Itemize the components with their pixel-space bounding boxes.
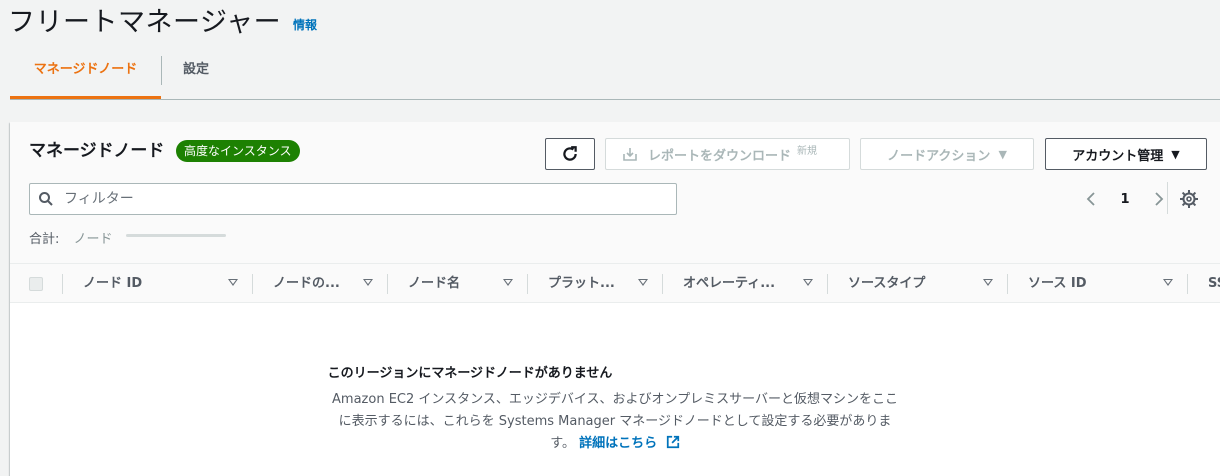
- sort-icon[interactable]: [983, 279, 993, 286]
- refresh-button[interactable]: [545, 138, 595, 170]
- column-header[interactable]: ソース ID: [1028, 264, 1087, 304]
- download-report-label: レポートをダウンロード: [648, 148, 792, 164]
- sort-icon[interactable]: [1163, 279, 1173, 286]
- empty-state-title: このリージョンにマネージドノードがありません: [327, 366, 613, 381]
- tab-managed-nodes[interactable]: マネージドノード: [10, 48, 161, 99]
- tab-divider: [161, 56, 162, 85]
- column-header[interactable]: ノードの...: [273, 264, 340, 304]
- filter-field[interactable]: [29, 183, 677, 215]
- loading-bar: [126, 234, 226, 237]
- sort-icon[interactable]: [503, 279, 513, 286]
- total-count: 合計: ノード: [29, 228, 113, 247]
- column-header[interactable]: SS: [1208, 264, 1220, 304]
- node-action-button[interactable]: ノードアクション ▼: [860, 138, 1034, 170]
- filter-input[interactable]: [64, 191, 624, 207]
- select-all-checkbox[interactable]: [29, 277, 43, 291]
- empty-state-line-2: に表示するには、これらを Systems Manager マネージドノードとして…: [338, 414, 892, 429]
- empty-state-line-3-text: す。: [550, 436, 575, 451]
- total-value: ノード: [73, 232, 113, 247]
- external-link-icon: [666, 435, 679, 449]
- account-management-label: アカウント管理: [1072, 148, 1164, 164]
- tab-bar: マネージドノード 設定: [10, 48, 1220, 100]
- gear-icon[interactable]: [1178, 188, 1200, 210]
- column-header[interactable]: プラット...: [548, 264, 615, 304]
- managed-nodes-panel: マネージドノード 高度なインスタンス レポートをダウンロード 新規 ノードアクシ…: [10, 122, 1220, 476]
- caret-down-icon: ▼: [998, 147, 1007, 161]
- empty-state-line-1: Amazon EC2 インスタンス、エッジデバイス、およびオンプレミスサーバーと…: [332, 392, 898, 407]
- column-header[interactable]: ノード ID: [83, 264, 142, 304]
- account-management-button[interactable]: アカウント管理 ▼: [1045, 138, 1207, 170]
- total-label: 合計:: [29, 232, 60, 247]
- download-icon: [623, 148, 637, 161]
- next-page-icon[interactable]: [1153, 191, 1165, 207]
- table-header: ノード ID ノードの... ノード名 プラット... オペレーティ... ソー…: [10, 263, 1220, 303]
- tab-settings[interactable]: 設定: [183, 48, 209, 100]
- column-divider: [662, 274, 663, 294]
- learn-more-link[interactable]: 詳細はこちら: [579, 435, 680, 451]
- caret-down-icon: ▼: [1171, 147, 1180, 161]
- previous-page-icon[interactable]: [1085, 191, 1097, 207]
- column-divider: [527, 274, 528, 294]
- column-divider: [1007, 274, 1008, 294]
- column-divider: [1187, 274, 1188, 294]
- column-divider: [62, 274, 63, 294]
- sort-icon[interactable]: [638, 279, 648, 286]
- learn-more-label: 詳細はこちら: [579, 436, 658, 451]
- search-icon: [39, 192, 53, 206]
- advanced-instances-badge: 高度なインスタンス: [176, 140, 300, 162]
- column-header[interactable]: ノード名: [408, 264, 460, 304]
- pagination-divider: [1167, 182, 1168, 214]
- empty-state-line-3: す。 詳細はこちら: [315, 433, 915, 455]
- node-action-label: ノードアクション: [887, 148, 991, 164]
- empty-state-description: Amazon EC2 インスタンス、エッジデバイス、およびオンプレミスサーバーと…: [315, 389, 915, 455]
- column-header[interactable]: オペレーティ...: [683, 264, 775, 304]
- page-number[interactable]: 1: [1120, 192, 1129, 207]
- pagination: 1: [1085, 188, 1165, 210]
- panel-title: マネージドノード: [29, 141, 165, 161]
- column-divider: [827, 274, 828, 294]
- info-link[interactable]: 情報: [293, 16, 317, 33]
- refresh-icon: [563, 146, 577, 161]
- column-divider: [387, 274, 388, 294]
- column-header[interactable]: ソースタイプ: [848, 264, 925, 304]
- sort-icon[interactable]: [228, 279, 238, 286]
- new-label: 新規: [797, 145, 818, 157]
- page-title: フリートマネージャー: [8, 7, 282, 38]
- sort-icon[interactable]: [803, 279, 813, 286]
- column-divider: [252, 274, 253, 294]
- sort-icon[interactable]: [363, 279, 373, 286]
- download-report-button[interactable]: レポートをダウンロード 新規: [605, 138, 850, 170]
